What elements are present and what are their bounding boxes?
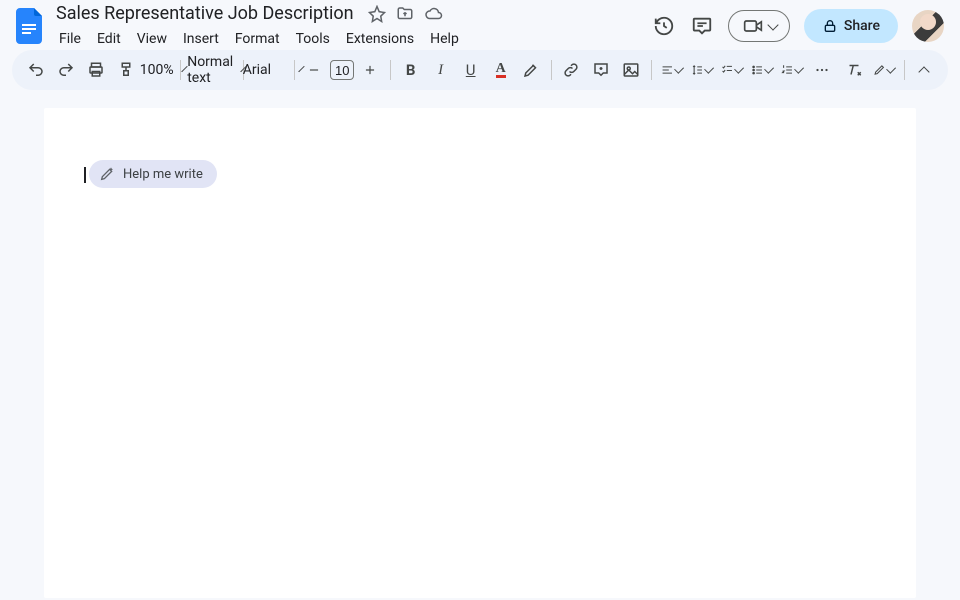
bold-button[interactable]: B [397,56,425,84]
pencil-sparkle-icon [99,166,115,182]
document-canvas: Help me write [0,90,960,598]
undo-button[interactable] [22,56,50,84]
chevron-down-icon [704,63,714,73]
share-label: Share [844,18,880,34]
underline-button[interactable]: U [457,56,485,84]
comments-icon[interactable] [690,14,714,38]
style-value: Normal text [179,54,237,86]
zoom-select[interactable]: 100% [142,56,174,84]
collapse-toolbar-button[interactable] [910,56,938,84]
print-button[interactable] [82,56,110,84]
help-me-write-chip[interactable]: Help me write [89,160,217,188]
menu-edit[interactable]: Edit [90,27,128,51]
document-title[interactable]: Sales Representative Job Description [52,1,358,26]
cloud-status-icon[interactable] [424,5,444,23]
page[interactable]: Help me write [44,108,916,598]
text-cursor [84,167,86,183]
docs-icon [16,8,44,44]
chevron-down-icon [764,63,774,73]
clear-formatting-button[interactable] [840,56,868,84]
menu-bar: File Edit View Insert Format Tools Exten… [52,27,652,51]
style-select[interactable]: Normal text [187,56,237,84]
header-bar: Sales Representative Job Description Fil… [0,0,960,44]
menu-format[interactable]: Format [228,27,287,51]
redo-button[interactable] [52,56,80,84]
font-size-input[interactable] [330,60,354,80]
italic-button[interactable]: I [427,56,455,84]
move-icon[interactable] [396,5,414,23]
increase-font-button[interactable] [356,56,384,84]
chevron-up-icon [918,66,929,77]
menu-file[interactable]: File [52,27,88,51]
font-value: Arial [235,62,295,78]
bulleted-list-button[interactable] [748,56,776,84]
add-comment-button[interactable] [587,56,615,84]
more-button[interactable] [808,56,836,84]
text-color-button[interactable]: A [487,56,515,84]
align-button[interactable] [658,56,686,84]
user-avatar[interactable] [912,10,944,42]
chevron-down-icon [767,19,778,30]
font-select[interactable]: Arial [249,56,288,84]
toolbar: 100% Normal text Arial B I U A [12,50,948,90]
menu-insert[interactable]: Insert [176,27,226,51]
meet-button[interactable] [728,10,790,42]
share-button[interactable]: Share [804,9,898,43]
menu-view[interactable]: View [130,27,174,51]
menu-help[interactable]: Help [423,27,466,51]
chevron-down-icon [794,63,804,73]
insert-image-button[interactable] [617,56,645,84]
star-icon[interactable] [368,5,386,23]
chevron-down-icon [674,63,684,73]
link-button[interactable] [557,56,585,84]
help-write-label: Help me write [123,167,203,182]
chevron-down-icon [734,63,744,73]
zoom-value: 100% [132,62,178,78]
numbered-list-button[interactable] [778,56,806,84]
lock-icon [822,18,838,34]
chevron-down-icon [886,63,896,73]
line-spacing-button[interactable] [688,56,716,84]
history-icon[interactable] [652,14,676,38]
decrease-font-button[interactable] [300,56,328,84]
menu-tools[interactable]: Tools [289,27,337,51]
docs-logo[interactable] [12,8,48,44]
highlight-button[interactable] [517,56,545,84]
video-icon [743,18,763,34]
editing-mode-button[interactable] [870,56,898,84]
checklist-button[interactable] [718,56,746,84]
menu-extensions[interactable]: Extensions [339,27,421,51]
